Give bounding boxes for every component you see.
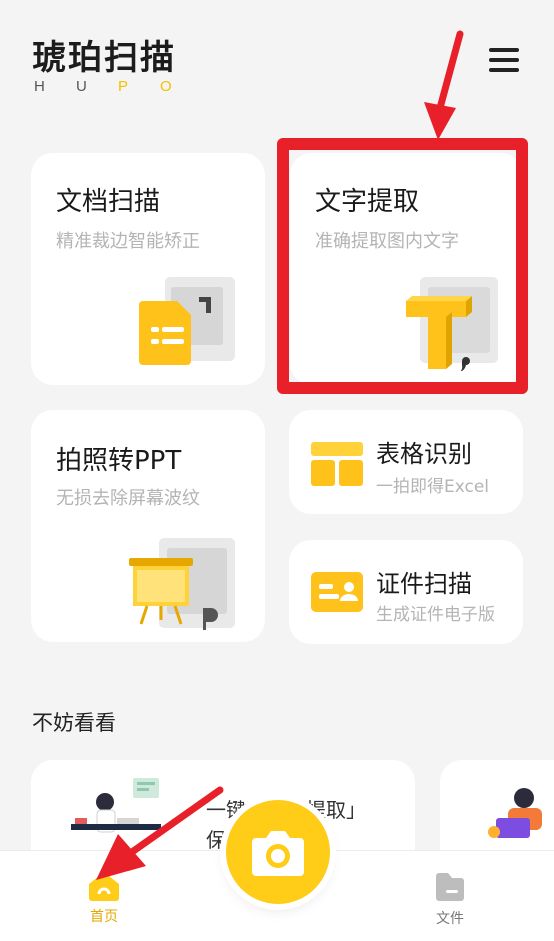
tab-home-label: 首页 xyxy=(90,909,118,925)
annotation-arrow xyxy=(96,786,224,880)
id-scan-card[interactable]: 证件扫描 生成证件电子版 xyxy=(289,540,523,644)
ppt-icon xyxy=(129,538,235,630)
app-title: 琥珀扫描 xyxy=(32,38,176,78)
doc-scan-subtitle: 精准裁边智能矫正 xyxy=(56,231,200,252)
app-subtitle: H U P O xyxy=(34,78,202,95)
folder-icon xyxy=(436,873,464,901)
photo-ppt-card[interactable]: 拍照转PPT 无损去除屏幕波纹 xyxy=(31,410,265,642)
document-scan-icon xyxy=(139,277,235,365)
id-scan-title: 证件扫描 xyxy=(376,570,472,598)
photo-ppt-title: 拍照转PPT xyxy=(56,446,182,476)
tab-files[interactable]: 文件 xyxy=(420,872,480,928)
camera-icon xyxy=(252,831,304,876)
subtitle-letter: P xyxy=(118,78,129,95)
person-illustration xyxy=(488,788,542,838)
photo-ppt-subtitle: 无损去除屏幕波纹 xyxy=(56,488,200,509)
id-scan-subtitle: 生成证件电子版 xyxy=(376,605,495,625)
subtitle-letter: H xyxy=(34,78,45,95)
table-recognition-title: 表格识别 xyxy=(376,440,472,468)
subtitle-letter: U xyxy=(76,78,87,95)
doc-scan-title: 文档扫描 xyxy=(56,187,161,217)
id-card-icon xyxy=(311,572,363,612)
section-title: 不妨看看 xyxy=(32,711,116,735)
highlight-box xyxy=(277,138,528,394)
table-recognition-subtitle: 一拍即得Excel xyxy=(376,477,490,497)
annotation-arrow xyxy=(424,30,464,140)
subtitle-letter: O xyxy=(160,78,172,95)
camera-button[interactable] xyxy=(226,800,330,904)
table-recognition-card[interactable]: 表格识别 一拍即得Excel xyxy=(289,410,523,514)
table-icon xyxy=(311,442,363,486)
tab-files-label: 文件 xyxy=(436,911,464,927)
menu-icon[interactable] xyxy=(489,48,519,76)
doc-scan-card[interactable]: 文档扫描 精准裁边智能矫正 xyxy=(31,153,265,385)
